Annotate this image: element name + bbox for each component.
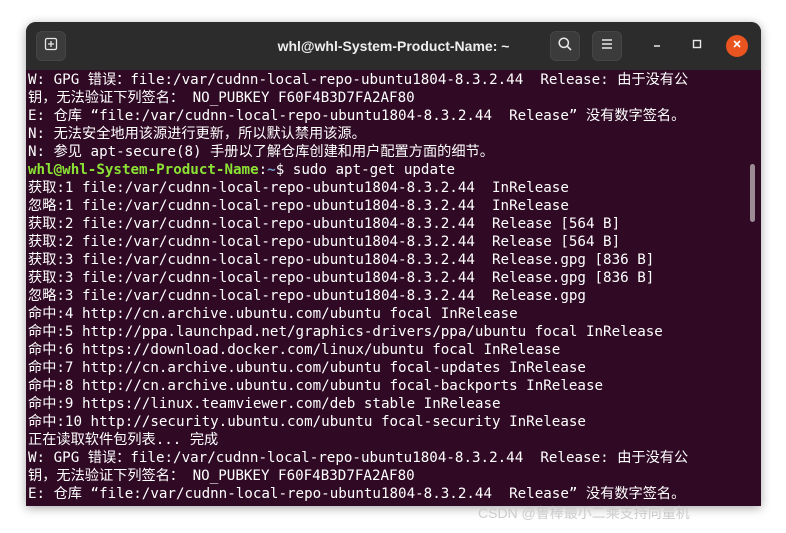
prompt-line: whl@whl-System-Product-Name:~$ sudo apt-… [28, 161, 750, 179]
output-line: 忽略:3 file:/var/cudnn-local-repo-ubuntu18… [28, 288, 586, 304]
menu-button[interactable] [592, 31, 622, 61]
output-line: 获取:2 file:/var/cudnn-local-repo-ubuntu18… [28, 234, 621, 250]
search-icon [557, 36, 573, 57]
output-line: E: 仓库 “file:/var/cudnn-local-repo-ubuntu… [28, 486, 686, 502]
output-line: 钥，无法验证下列签名： NO_PUBKEY F60F4B3D7FA2AF80 [28, 468, 415, 484]
output-line: 忽略:1 file:/var/cudnn-local-repo-ubuntu18… [28, 198, 569, 214]
output-line: N: 无法安全地用该源进行更新，所以默认禁用该源。 [28, 126, 366, 142]
maximize-icon [691, 37, 703, 55]
output-line: E: 仓库 “file:/var/cudnn-local-repo-ubuntu… [28, 108, 686, 124]
watermark: CSDN @鲁棒最小二乘支持向量机 [478, 505, 690, 521]
window-title: whl@whl-System-Product-Name: ~ [277, 38, 510, 54]
output-line: 获取:2 file:/var/cudnn-local-repo-ubuntu18… [28, 216, 621, 232]
terminal-lines: W: GPG 错误：file:/var/cudnn-local-repo-ubu… [28, 71, 750, 503]
terminal-output[interactable]: W: GPG 错误：file:/var/cudnn-local-repo-ubu… [26, 70, 761, 506]
output-line: 命中:6 https://download.docker.com/linux/u… [28, 342, 561, 358]
title-bar[interactable]: whl@whl-System-Product-Name: ~ [26, 22, 761, 70]
output-line: 钥，无法验证下列签名： NO_PUBKEY F60F4B3D7FA2AF80 [28, 90, 415, 106]
output-line: 获取:1 file:/var/cudnn-local-repo-ubuntu18… [28, 180, 569, 196]
output-line: 获取:3 file:/var/cudnn-local-repo-ubuntu18… [28, 270, 655, 286]
output-line: W: GPG 错误：file:/var/cudnn-local-repo-ubu… [28, 72, 689, 88]
scrollbar-thumb[interactable] [750, 164, 755, 222]
new-tab-button[interactable] [36, 31, 66, 61]
output-line: 命中:9 https://linux.teamviewer.com/deb st… [28, 396, 501, 412]
output-line: W: GPG 错误：file:/var/cudnn-local-repo-ubu… [28, 450, 689, 466]
output-line: 命中:10 http://security.ubuntu.com/ubuntu … [28, 414, 586, 430]
terminal-window: whl@whl-System-Product-Name: ~ W: GPG 错误… [26, 22, 761, 506]
prompt-command: $ sudo apt-get update [275, 162, 456, 178]
search-button[interactable] [550, 31, 580, 61]
output-line: 命中:7 http://cn.archive.ubuntu.com/ubuntu… [28, 360, 586, 376]
output-line: 正在读取软件包列表... 完成 [28, 432, 219, 448]
output-line: 命中:4 http://cn.archive.ubuntu.com/ubuntu… [28, 306, 518, 322]
close-icon [731, 37, 743, 55]
minimize-icon [651, 37, 663, 55]
output-line: 命中:8 http://cn.archive.ubuntu.com/ubuntu… [28, 378, 604, 394]
output-line: N: 参见 apt-secure(8) 手册以了解仓库创建和用户配置方面的细节。 [28, 144, 494, 160]
prompt-separator: : [258, 162, 268, 178]
prompt-path: ~ [267, 162, 276, 178]
new-tab-icon [43, 36, 59, 57]
maximize-button[interactable] [686, 35, 708, 57]
hamburger-menu-icon [599, 36, 615, 57]
prompt-user: whl@whl-System-Product-Name [28, 162, 259, 178]
output-line: 命中:5 http://ppa.launchpad.net/graphics-d… [28, 324, 663, 340]
minimize-button[interactable] [646, 35, 668, 57]
close-button[interactable] [726, 35, 748, 57]
output-line: 获取:3 file:/var/cudnn-local-repo-ubuntu18… [28, 252, 655, 268]
